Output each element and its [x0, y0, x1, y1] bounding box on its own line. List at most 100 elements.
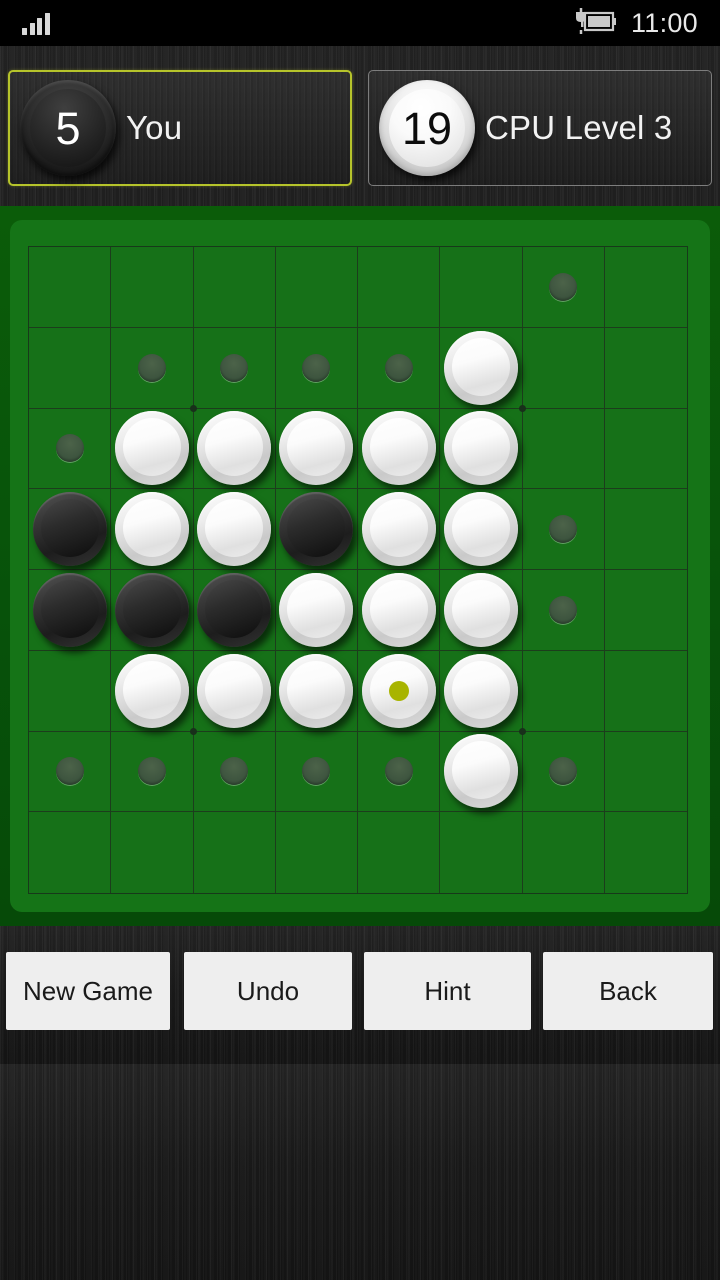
board-cell-r2c5[interactable]: [440, 408, 523, 490]
hint-dot-icon[interactable]: [220, 353, 249, 382]
white-disc: [443, 411, 518, 486]
hint-dot-icon[interactable]: [549, 757, 578, 786]
white-disc: [361, 572, 436, 647]
hint-dot-icon[interactable]: [220, 757, 249, 786]
board-cell-r2c7[interactable]: [604, 409, 687, 490]
board-cell-r2c1[interactable]: [111, 408, 194, 490]
board-cell-r7c0[interactable]: [29, 812, 112, 893]
hint-dot-icon[interactable]: [55, 434, 84, 463]
board-cell-r5c3[interactable]: [275, 650, 358, 732]
hint-dot-icon[interactable]: [549, 595, 578, 624]
board-cell-r1c6[interactable]: [522, 327, 605, 409]
board-cell-r4c4[interactable]: [358, 570, 441, 651]
board-cell-r0c5[interactable]: [440, 247, 523, 328]
board-cell-r3c3[interactable]: [275, 489, 358, 570]
board-cell-r5c1[interactable]: [111, 650, 197, 735]
board-cell-r7c3[interactable]: [276, 812, 358, 893]
board-cell-r0c3[interactable]: [275, 247, 358, 328]
white-disc: [443, 492, 518, 567]
hint-dot-icon[interactable]: [384, 353, 413, 382]
board-cell-r1c3[interactable]: [275, 327, 358, 409]
board-cell-r6c1[interactable]: [111, 731, 194, 813]
status-bar-right: 11:00: [571, 7, 698, 39]
board-cell-r4c3[interactable]: [275, 570, 358, 651]
board-cell-r4c0[interactable]: [29, 570, 112, 651]
board-cell-r3c4[interactable]: [358, 489, 441, 570]
board-cell-r6c6[interactable]: [522, 731, 605, 813]
player-panel-you[interactable]: 5 You: [8, 70, 352, 186]
white-disc: [361, 411, 436, 486]
player-score-disc-black: 5: [20, 80, 116, 176]
board-cell-r6c3[interactable]: [275, 731, 358, 813]
board-cell-r0c7[interactable]: [604, 247, 687, 328]
score-bar: 5 You 19 CPU Level 3: [0, 46, 720, 206]
board-cell-r1c2[interactable]: [193, 327, 276, 409]
board-cell-r4c2[interactable]: [193, 570, 276, 651]
board-cell-r0c2[interactable]: [193, 247, 276, 328]
new-game-button[interactable]: New Game: [6, 952, 170, 1030]
white-disc: [361, 653, 436, 728]
hint-dot-icon[interactable]: [302, 757, 331, 786]
hint-dot-icon[interactable]: [549, 272, 578, 301]
board-cell-r3c5[interactable]: [440, 489, 523, 570]
board-cell-r0c0[interactable]: [29, 247, 112, 328]
board-cell-r4c7[interactable]: [604, 570, 687, 651]
board-cell-r7c1[interactable]: [111, 812, 194, 893]
board-cell-r7c4[interactable]: [358, 812, 441, 893]
board-cell-r0c1[interactable]: [111, 247, 194, 328]
hint-dot-icon[interactable]: [302, 353, 331, 382]
board-cell-r0c6[interactable]: [522, 247, 605, 328]
board-cell-r5c5[interactable]: [440, 650, 526, 735]
undo-button[interactable]: Undo: [184, 952, 352, 1030]
board-cell-r3c2[interactable]: [193, 489, 276, 570]
board-frame: [0, 206, 720, 926]
board-cell-r5c7[interactable]: [604, 651, 687, 732]
board-cell-r7c5[interactable]: [440, 812, 523, 893]
player-panel-cpu[interactable]: 19 CPU Level 3: [368, 70, 712, 186]
board-surface: [10, 220, 710, 912]
board-cell-r7c7[interactable]: [605, 812, 687, 893]
board-cell-r7c2[interactable]: [194, 812, 276, 893]
board-cell-r0c4[interactable]: [358, 247, 441, 328]
board-cell-r6c5[interactable]: [440, 731, 523, 813]
hint-dot-icon[interactable]: [55, 757, 84, 786]
hint-dot-icon[interactable]: [137, 353, 166, 382]
back-button[interactable]: Back: [543, 952, 713, 1030]
board-cell-r1c7[interactable]: [604, 328, 687, 409]
board-cell-r5c4[interactable]: [358, 650, 441, 732]
board-cell-r1c0[interactable]: [29, 327, 112, 409]
white-disc: [197, 653, 272, 728]
board-cell-r1c5[interactable]: [440, 327, 526, 412]
board-cell-r3c1[interactable]: [111, 489, 194, 570]
board-cell-r5c0[interactable]: [29, 650, 112, 732]
board-cell-r5c6[interactable]: [522, 650, 605, 732]
hint-dot-icon[interactable]: [549, 515, 578, 544]
white-disc: [443, 330, 518, 405]
white-disc: [361, 492, 436, 567]
board-cell-r2c3[interactable]: [275, 408, 358, 490]
board-cell-r6c0[interactable]: [29, 731, 112, 813]
black-disc: [32, 572, 107, 647]
hint-button[interactable]: Hint: [364, 952, 531, 1030]
othello-grid[interactable]: [28, 246, 688, 894]
white-disc: [197, 411, 272, 486]
board-cell-r4c5[interactable]: [440, 570, 523, 651]
board-cell-r6c4[interactable]: [358, 731, 441, 813]
board-cell-r3c6[interactable]: [522, 489, 605, 570]
board-cell-r7c6[interactable]: [523, 812, 605, 893]
board-cell-r1c4[interactable]: [358, 327, 441, 409]
board-cell-r6c7[interactable]: [604, 732, 687, 813]
board-cell-r6c2[interactable]: [193, 731, 276, 813]
board-cell-r2c6[interactable]: [522, 408, 605, 490]
board-cell-r2c0[interactable]: [29, 408, 112, 490]
board-cell-r3c7[interactable]: [604, 489, 687, 570]
board-cell-r4c6[interactable]: [522, 570, 605, 651]
board-cell-r3c0[interactable]: [29, 489, 112, 570]
board-cell-r2c4[interactable]: [358, 408, 441, 490]
hint-dot-icon[interactable]: [137, 757, 166, 786]
hint-dot-icon[interactable]: [384, 757, 413, 786]
board-cell-r1c1[interactable]: [111, 327, 197, 412]
board-cell-r5c2[interactable]: [193, 650, 276, 732]
board-cell-r2c2[interactable]: [193, 408, 276, 490]
board-cell-r4c1[interactable]: [111, 570, 194, 651]
